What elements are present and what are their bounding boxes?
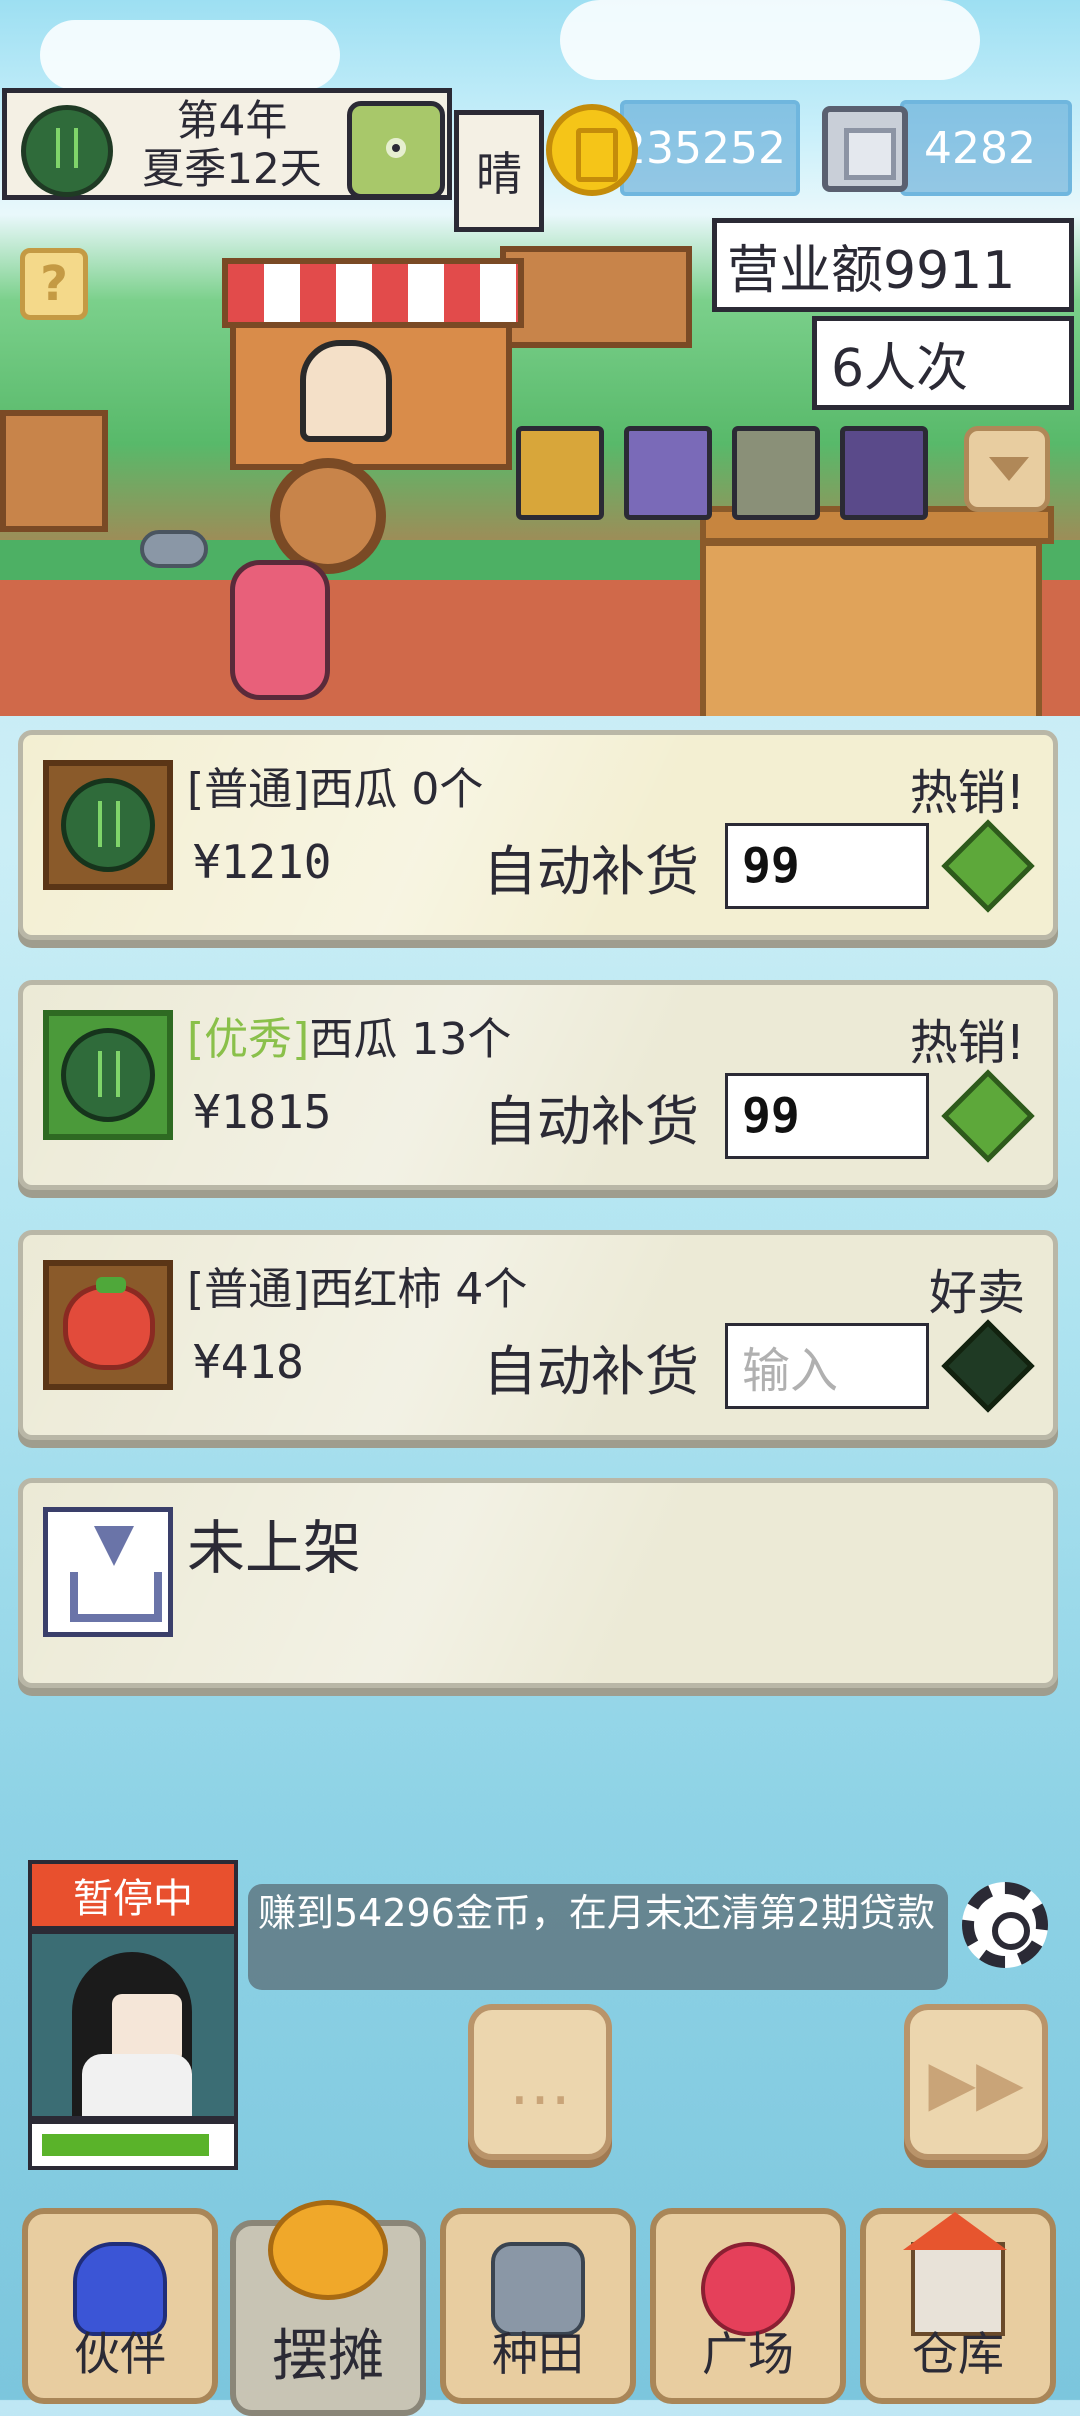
gear-icon[interactable] [962,1882,1048,1968]
date-text: 第4年 夏季12天 [107,97,357,193]
tab-label: 仓库 [912,2327,1004,2381]
sales-panel: 营业额9911 [712,218,1074,312]
fast-forward-icon: ▶▶ [928,2045,1024,2119]
demand-badge: 好卖 [928,1265,1025,1321]
chat-icon: … [509,2045,571,2119]
empty-product-slot[interactable]: 未上架 [18,1478,1058,1688]
bottom-nav: 伙伴 摆摊 种田 广场 仓库 [0,2196,1080,2416]
cloud [40,20,340,90]
cart-wheel [270,458,386,574]
cauldron-buff-icon[interactable] [840,426,928,520]
restock-toggle-icon[interactable] [941,819,1035,913]
coin-icon [546,104,638,196]
weather-label: 晴 [454,110,544,232]
empty-slot-label: 未上架 [187,1514,362,1582]
gem-value: 4282 [924,122,1036,174]
visitors-label: 6人次 [831,338,969,399]
product-title: [普通]西瓜 0个 [187,753,483,817]
product-card[interactable]: [优秀]西瓜 13个 热销! ¥1815 自动补货 99 [18,980,1058,1190]
stamina-fill [42,2134,209,2156]
avatar-body [82,2054,192,2116]
product-card[interactable]: [普通]西瓜 0个 热销! ¥1210 自动补货 99 [18,730,1058,940]
tab-label: 广场 [702,2327,794,2381]
product-quality: [优秀] [187,1014,310,1065]
watermelon-icon [61,1028,155,1122]
tab-warehouse[interactable]: 仓库 [860,2208,1056,2404]
knight-buff-icon[interactable] [516,426,604,520]
product-count: 0个 [411,764,484,815]
restock-label: 自动补货 [483,1340,699,1403]
wand-buff-icon[interactable] [624,426,712,520]
product-thumb [43,1260,173,1390]
quest-text[interactable]: 赚到54296金币，在月末还清第2期贷款 [248,1884,948,1990]
rock [140,530,208,568]
tab-farm[interactable]: 种田 [440,2208,636,2404]
shopkeeper-sprite [300,340,392,442]
restock-toggle-icon[interactable] [941,1069,1035,1163]
cloud [560,0,980,80]
product-title: [普通]西红柿 4个 [187,1253,527,1317]
help-button[interactable]: ? [20,248,88,320]
product-price: ¥1815 [193,1085,332,1139]
customer-sprite [230,560,330,700]
tab-partner[interactable]: 伙伴 [22,2208,218,2404]
tab-label: 摆摊 [272,2324,384,2389]
season-day-label: 夏季12天 [142,144,322,193]
visitors-panel: 6人次 [812,316,1074,410]
gem-counter: 4282 [900,100,1072,196]
product-thumb [43,760,173,890]
product-name: 西瓜 [309,1014,398,1065]
wooden-bridge [700,506,1054,716]
paused-badge[interactable]: 暂停中 [28,1860,238,1930]
restock-qty-input[interactable]: 99 [725,823,929,909]
year-label: 第4年 [176,96,288,145]
stall-awning [222,258,524,328]
upload-icon [43,1507,173,1637]
demand-badge: 热销! [909,765,1025,821]
product-name: 西红柿 [309,1264,442,1315]
product-price: ¥418 [193,1335,304,1389]
product-thumb [43,1010,173,1140]
restock-qty-input[interactable]: 输入 [725,1323,929,1409]
watermelon-icon [21,105,113,197]
product-count: 4个 [455,1264,528,1315]
product-title: [优秀]西瓜 13个 [187,1003,511,1067]
chevron-down-button[interactable] [964,426,1050,512]
product-card[interactable]: [普通]西红柿 4个 好卖 ¥418 自动补货 输入 [18,1230,1058,1440]
restock-toggle-icon[interactable] [941,1319,1035,1413]
demand-badge: 热销! [909,1015,1025,1071]
coin-counter: 235252 [618,100,800,196]
product-count: 13个 [411,1014,512,1065]
tab-plaza[interactable]: 广场 [650,2208,846,2404]
fast-forward-button[interactable]: ▶▶ [904,2004,1048,2160]
restock-label: 自动补货 [483,1090,699,1153]
rooster-buff-icon[interactable] [732,426,820,520]
product-price: ¥1210 [193,835,332,889]
gem-icon [822,106,908,192]
stall-icon [268,2200,388,2300]
tab-stall[interactable]: 摆摊 [230,2200,426,2416]
watermelon-icon [61,778,155,872]
tab-label: 伙伴 [74,2327,166,2381]
product-name: 西瓜 [309,764,398,815]
product-quality: [普通] [187,764,310,815]
product-quality: [普通] [187,1264,310,1315]
date-panel[interactable]: 第4年 夏季12天 [2,88,452,200]
coin-value: 235252 [618,122,786,174]
clock-icon [347,101,445,199]
tab-label: 种田 [492,2327,584,2381]
crate [500,246,692,348]
chat-button[interactable]: … [468,2004,612,2160]
avatar[interactable] [28,1930,238,2120]
barrel [0,410,108,532]
stamina-bar [28,2120,238,2170]
restock-label: 自动补货 [483,840,699,903]
restock-qty-input[interactable]: 99 [725,1073,929,1159]
sales-label: 营业额9911 [727,240,1016,301]
tomato-icon [63,1277,155,1370]
